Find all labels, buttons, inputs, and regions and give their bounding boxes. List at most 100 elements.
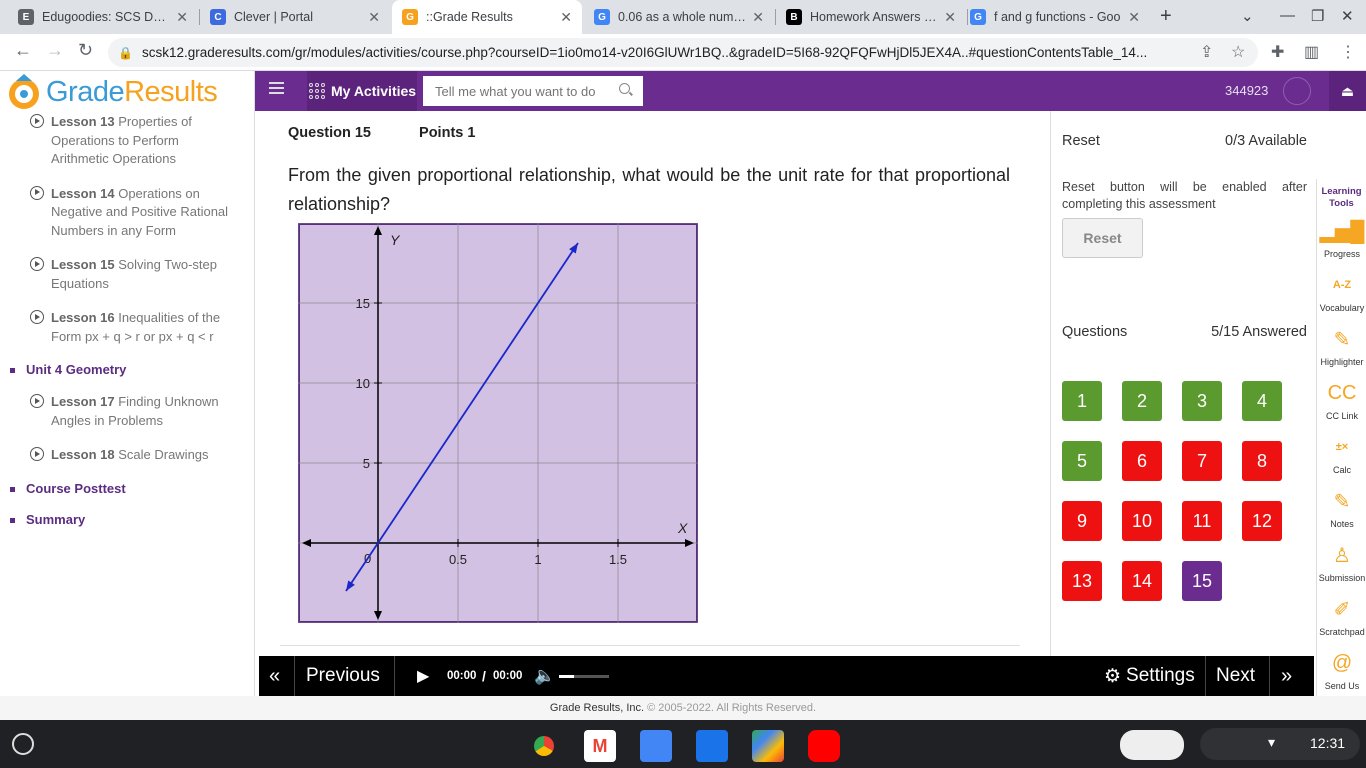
side-panel-icon[interactable]: ▥ <box>1304 42 1319 62</box>
play-circle-icon <box>30 114 44 128</box>
sidebar-lesson-item[interactable]: Lesson 14 Operations on Negative and Pos… <box>0 185 254 241</box>
play-icon[interactable]: ▶ <box>417 656 429 696</box>
reset-note: Reset button will be enabled after compl… <box>1062 180 1307 211</box>
reload-icon[interactable]: ↻ <box>78 40 93 61</box>
x-axis-label: X <box>677 520 688 536</box>
sidebar-unit-4[interactable]: Unit 4 Geometry <box>0 362 254 377</box>
x-tick-label: 0.5 <box>449 552 467 567</box>
question-1-button[interactable]: 1 <box>1062 381 1102 421</box>
settings-button[interactable]: ⚙ Settings <box>1104 656 1195 696</box>
tab-title: f and g functions - Goo <box>994 10 1121 24</box>
browser-tab[interactable]: C Clever | Portal ✕ <box>200 0 390 34</box>
question-3-button[interactable]: 3 <box>1182 381 1222 421</box>
back-icon[interactable]: ← <box>14 40 32 61</box>
question-5-button[interactable]: 5 <box>1062 441 1102 481</box>
tool-progress[interactable]: ▂▅█ Progress <box>1317 217 1366 260</box>
new-tab-icon[interactable]: + <box>1160 5 1172 28</box>
calculator-icon: ±× <box>1335 441 1349 453</box>
tool-scratchpad[interactable]: ✐ Scratchpad <box>1317 595 1366 638</box>
question-13-button[interactable]: 13 <box>1062 561 1102 601</box>
apps-grid-icon <box>309 83 325 99</box>
tool-calc[interactable]: ±× Calc <box>1317 433 1366 475</box>
tab-search-icon[interactable]: ⌄ <box>1241 7 1254 25</box>
question-8-button[interactable]: 8 <box>1242 441 1282 481</box>
bookmark-star-icon[interactable]: ☆ <box>1231 42 1245 62</box>
sidebar-lesson-item[interactable]: Lesson 15 Solving Two-step Equations <box>0 256 254 293</box>
last-question-icon[interactable]: » <box>1281 656 1292 696</box>
extensions-icon[interactable]: ✚ <box>1271 42 1284 62</box>
proportional-graph: 0.511.5510150XY <box>298 223 698 623</box>
tab-favicon-icon: G <box>970 9 986 25</box>
youtube-icon[interactable] <box>808 730 840 762</box>
reset-button[interactable]: Reset <box>1062 218 1143 258</box>
browser-tab[interactable]: G 0.06 as a whole numbe ✕ <box>584 0 774 34</box>
volume-slider[interactable] <box>559 675 609 678</box>
sidebar-lesson-item[interactable]: Lesson 17 Finding Unknown Angles in Prob… <box>0 393 254 430</box>
question-12-button[interactable]: 12 <box>1242 501 1282 541</box>
question-15-button[interactable]: 15 <box>1182 561 1222 601</box>
search-icon[interactable] <box>619 83 630 94</box>
first-question-icon[interactable]: « <box>269 656 280 696</box>
wifi-icon: ▾ <box>1268 734 1276 750</box>
browser-menu-icon[interactable]: ⋮ <box>1340 42 1356 62</box>
question-7-button[interactable]: 7 <box>1182 441 1222 481</box>
browser-tab[interactable]: G::Grade Results ✕ <box>392 0 582 34</box>
close-tab-icon[interactable]: ✕ <box>752 9 764 26</box>
tool-send-us[interactable]: @ Send Us <box>1317 649 1366 692</box>
search-input[interactable] <box>423 76 643 106</box>
files-icon[interactable] <box>696 730 728 762</box>
media-navigation-bar: « Previous ▶ 00:00 / 00:00 🔈 ⚙ Settings … <box>259 656 1314 696</box>
restore-icon[interactable]: ❐ <box>1311 7 1324 25</box>
sidebar-lesson-item[interactable]: Lesson 16 Inequalities of the Form px + … <box>0 309 254 346</box>
volume-icon[interactable]: 🔈 <box>534 656 555 696</box>
minimize-icon[interactable]: — <box>1280 7 1295 24</box>
address-bar[interactable]: 🔒 scsk12.graderesults.com/gr/modules/act… <box>108 38 1258 67</box>
tool-highlighter[interactable]: ✎ Highlighter <box>1317 325 1366 368</box>
question-6-button[interactable]: 6 <box>1122 441 1162 481</box>
forward-icon[interactable]: → <box>46 40 64 61</box>
tool-vocabulary[interactable]: A-Z Vocabulary <box>1317 271 1366 313</box>
browser-tab[interactable]: Gf and g functions - Goo ✕ <box>960 0 1150 34</box>
question-9-button[interactable]: 9 <box>1062 501 1102 541</box>
logout-icon[interactable]: ⏏ <box>1329 71 1366 111</box>
tab-title: 0.06 as a whole numbe <box>618 10 747 24</box>
browser-tab[interactable]: B Homework Answers fro ✕ <box>776 0 966 34</box>
tool-submission[interactable]: ♙ Submission <box>1317 541 1366 584</box>
close-tab-icon[interactable]: ✕ <box>1128 9 1140 26</box>
sidebar-lesson-item[interactable]: Lesson 13 Properties of Operations to Pe… <box>0 113 254 169</box>
close-tab-icon[interactable]: ✕ <box>176 9 188 26</box>
close-tab-icon[interactable]: ✕ <box>560 9 572 26</box>
chrome-icon[interactable] <box>528 730 560 762</box>
share-icon[interactable]: ⇪ <box>1200 42 1213 62</box>
tray-thumbnail[interactable] <box>1120 730 1184 760</box>
sidebar-lesson-item[interactable]: Lesson 18 Scale Drawings <box>0 446 254 465</box>
next-button[interactable]: Next <box>1216 656 1255 696</box>
footer-copyright: © 2005-2022. All Rights Reserved. <box>647 702 817 714</box>
avatar[interactable] <box>1283 77 1311 105</box>
close-window-icon[interactable]: ✕ <box>1341 7 1354 25</box>
question-4-button[interactable]: 4 <box>1242 381 1282 421</box>
question-11-button[interactable]: 11 <box>1182 501 1222 541</box>
my-activities-button[interactable]: My Activities <box>307 71 417 111</box>
calendar-icon[interactable] <box>640 730 672 762</box>
previous-button[interactable]: Previous <box>306 656 380 696</box>
lock-icon: 🔒 <box>118 45 133 60</box>
question-14-button[interactable]: 14 <box>1122 561 1162 601</box>
browser-tab[interactable]: E Edugoodies: SCS Daily ✕ <box>8 0 198 34</box>
close-tab-icon[interactable]: ✕ <box>368 9 380 26</box>
question-content: Question 15 Points 1 From the given prop… <box>255 111 1050 656</box>
close-tab-icon[interactable]: ✕ <box>944 9 956 26</box>
sidebar-summary[interactable]: Summary <box>0 512 254 527</box>
play-store-icon[interactable] <box>752 730 784 762</box>
tab-favicon-icon: B <box>786 9 802 25</box>
question-2-button[interactable]: 2 <box>1122 381 1162 421</box>
sidebar-course-posttest[interactable]: Course Posttest <box>0 481 254 496</box>
tool-notes[interactable]: ✎ Notes <box>1317 487 1366 530</box>
hamburger-menu-icon[interactable] <box>269 82 284 98</box>
tool-cc-link[interactable]: CC CC Link <box>1317 379 1366 422</box>
launcher-icon[interactable] <box>12 733 34 755</box>
lesson-number: Lesson 14 <box>51 185 115 201</box>
question-10-button[interactable]: 10 <box>1122 501 1162 541</box>
graderesults-logo[interactable]: GradeResults <box>4 71 254 113</box>
gmail-icon[interactable]: M <box>584 730 616 762</box>
